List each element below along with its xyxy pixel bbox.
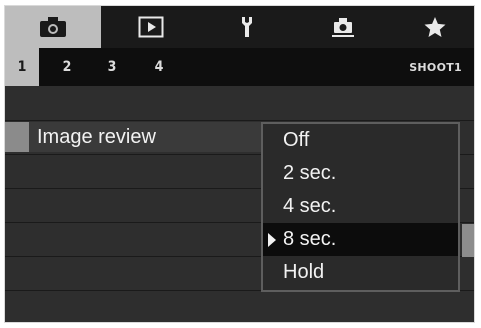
camera-icon xyxy=(40,17,66,37)
option-hold[interactable]: Hold xyxy=(263,256,458,289)
menu-list: Image review Off 2 sec. 4 sec. 8 sec. Ho… xyxy=(5,86,474,322)
subtab-1[interactable]: 1 xyxy=(5,48,39,86)
options-popup: Off 2 sec. 4 sec. 8 sec. Hold xyxy=(261,122,460,292)
setting-row-image-review[interactable]: Image review xyxy=(5,122,267,152)
subtab-2[interactable]: 2 xyxy=(53,48,81,86)
custom-function-icon xyxy=(332,18,354,37)
option-4-sec[interactable]: 4 sec. xyxy=(263,190,458,223)
tab-setup[interactable] xyxy=(201,6,293,48)
setting-label: Image review xyxy=(37,125,156,148)
caret-right-icon xyxy=(268,233,276,247)
selection-marker xyxy=(5,122,29,152)
scrollbar-thumb[interactable] xyxy=(462,224,474,257)
tab-my-menu[interactable] xyxy=(393,6,474,48)
playback-icon xyxy=(138,16,164,38)
subtab-4[interactable]: 4 xyxy=(145,48,173,86)
wrench-icon xyxy=(242,17,252,37)
row-divider xyxy=(5,120,474,121)
tab-playback[interactable] xyxy=(105,6,197,48)
option-8-sec[interactable]: 8 sec. xyxy=(263,223,458,256)
option-2-sec[interactable]: 2 sec. xyxy=(263,157,458,190)
star-icon xyxy=(424,17,445,37)
option-label: Hold xyxy=(283,261,325,283)
menu-tab-bar xyxy=(5,6,474,48)
option-off[interactable]: Off xyxy=(263,124,458,157)
subtab-3[interactable]: 3 xyxy=(98,48,126,86)
option-label: Off xyxy=(283,129,310,151)
menu-page-id: SHOOT1 xyxy=(409,60,462,74)
camera-menu-screen: 1 2 3 4 SHOOT1 Image review Off 2 sec. 4… xyxy=(4,5,475,323)
tab-shooting[interactable] xyxy=(5,6,101,48)
tab-custom-functions[interactable] xyxy=(297,6,389,48)
option-label: 8 sec. xyxy=(283,228,337,250)
subtab-bar: 1 2 3 4 SHOOT1 xyxy=(5,48,474,86)
option-label: 2 sec. xyxy=(283,162,337,184)
option-label: 4 sec. xyxy=(283,195,337,217)
